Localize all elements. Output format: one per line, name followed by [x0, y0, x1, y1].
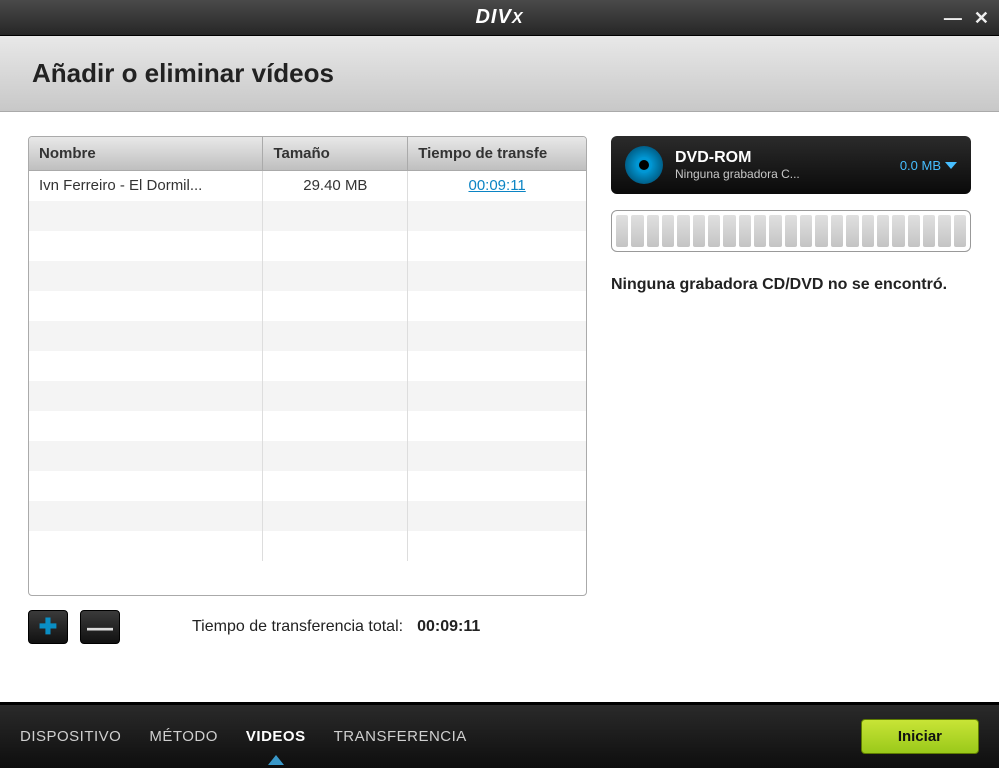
tab-metodo[interactable]: MÉTODO: [149, 728, 218, 745]
device-selector[interactable]: DVD-ROM Ninguna grabadora C... 0.0 MB: [611, 136, 971, 194]
table-row: [29, 351, 586, 381]
tab-dispositivo[interactable]: DISPOSITIVO: [20, 728, 121, 745]
app-window: DIVX — ✕ Añadir o eliminar vídeos Nombre…: [0, 0, 999, 768]
remove-video-button[interactable]: —: [80, 610, 120, 644]
cell-time[interactable]: 00:09:11: [468, 177, 525, 194]
footer-bar: DISPOSITIVO MÉTODO VIDEOS TRANSFERENCIA …: [0, 702, 999, 768]
titlebar[interactable]: DIVX — ✕: [0, 0, 999, 36]
device-name: DVD-ROM: [675, 149, 800, 167]
table-row: [29, 471, 586, 501]
page-header: Añadir o eliminar vídeos: [0, 36, 999, 112]
col-transfer[interactable]: Tiempo de transfe: [408, 137, 586, 171]
page-title: Añadir o eliminar vídeos: [32, 58, 967, 89]
minimize-button[interactable]: —: [944, 8, 962, 29]
content-area: Nombre Tamaño Tiempo de transfe Ivn Ferr…: [0, 112, 999, 702]
table-actions: ✚ — Tiempo de transferencia total:00:09:…: [28, 610, 587, 644]
total-transfer-time: Tiempo de transferencia total:00:09:11: [192, 618, 480, 636]
capacity-progress: [611, 210, 971, 252]
table-row: [29, 381, 586, 411]
table-row: [29, 501, 586, 531]
video-list-pane: Nombre Tamaño Tiempo de transfe Ivn Ferr…: [28, 136, 587, 686]
table-row: [29, 261, 586, 291]
device-pane: DVD-ROM Ninguna grabadora C... 0.0 MB Ni…: [611, 136, 971, 686]
cell-name: Ivn Ferreiro - El Dormil...: [29, 171, 263, 201]
status-message: Ninguna grabadora CD/DVD no se encontró.: [611, 274, 971, 296]
app-logo: DIVX: [475, 6, 523, 29]
table-row: [29, 441, 586, 471]
plus-icon: ✚: [39, 616, 57, 638]
col-size[interactable]: Tamaño: [263, 137, 408, 171]
table-row[interactable]: Ivn Ferreiro - El Dormil... 29.40 MB 00:…: [29, 171, 586, 201]
footer-tabs: DISPOSITIVO MÉTODO VIDEOS TRANSFERENCIA: [20, 728, 467, 745]
chevron-down-icon[interactable]: [945, 162, 957, 169]
table-row: [29, 231, 586, 261]
table-row: [29, 201, 586, 231]
disc-icon: [625, 146, 663, 184]
video-table: Nombre Tamaño Tiempo de transfe Ivn Ferr…: [28, 136, 587, 596]
table-row: [29, 411, 586, 441]
device-subtitle: Ninguna grabadora C...: [675, 167, 800, 181]
close-button[interactable]: ✕: [974, 8, 989, 29]
col-name[interactable]: Nombre: [29, 137, 263, 171]
table-row: [29, 531, 586, 561]
device-size: 0.0 MB: [900, 158, 957, 173]
cell-size: 29.40 MB: [263, 171, 408, 201]
minus-icon: —: [87, 614, 113, 640]
add-video-button[interactable]: ✚: [28, 610, 68, 644]
tab-transferencia[interactable]: TRANSFERENCIA: [334, 728, 467, 745]
start-button[interactable]: Iniciar: [861, 719, 979, 754]
table-row: [29, 291, 586, 321]
table-row: [29, 321, 586, 351]
tab-videos[interactable]: VIDEOS: [246, 728, 306, 745]
